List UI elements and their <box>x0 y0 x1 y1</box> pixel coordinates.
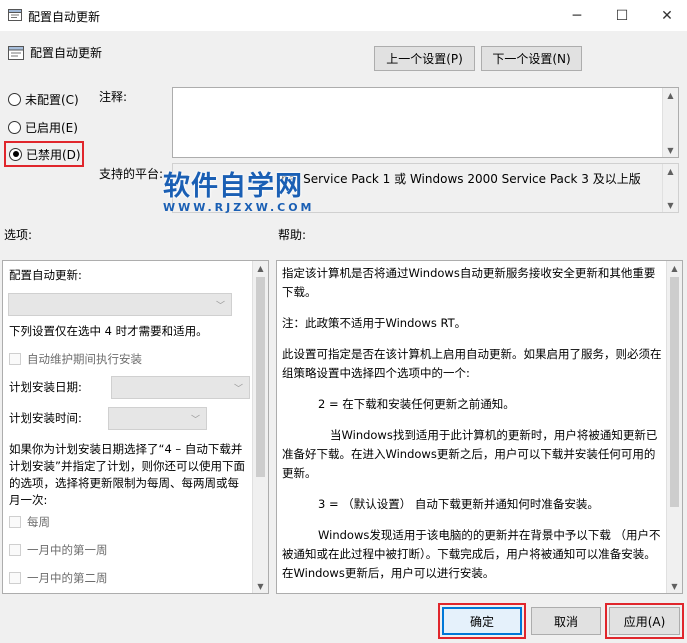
first-week-label: 一月中的第一周 <box>27 543 108 557</box>
help-paragraph: Windows发现适用于该电脑的的更新并在背景中予以下载 （用户不被通知或在此过… <box>282 528 661 580</box>
options-scroll-up-icon[interactable]: ▲ <box>253 261 268 275</box>
help-paragraph: 3 = （默认设置） 自动下载更新并通知何时准备安装。 <box>318 497 599 511</box>
schedule-paragraph: 如果你为计划安装日期选择了“4 – 自动下载并计划安装”并指定了计划，则你还可以… <box>9 442 245 507</box>
schedule-day-dropdown[interactable]: ﹀ <box>111 376 250 399</box>
watermark-main-text: 软件自学网 <box>163 171 303 202</box>
help-panel: 指定该计算机是否将通过Windows自动更新服务接收安全更新和其他重要下载。 注… <box>276 260 683 594</box>
second-week-checkbox[interactable] <box>9 572 21 584</box>
first-week-checkbox[interactable] <box>9 544 21 556</box>
policy-title: 配置自动更新 <box>30 46 103 60</box>
every-week-checkbox[interactable] <box>9 516 21 528</box>
maximize-button[interactable]: ☐ <box>602 0 642 31</box>
apply-button[interactable]: 应用(A) <box>609 607 680 635</box>
platform-scroll-up-icon[interactable]: ▲ <box>663 164 678 178</box>
chevron-down-icon: ﹀ <box>233 384 243 394</box>
options-panel: 配置自动更新: ﹀ 下列设置仅在选中 4 时才需要和适用。 自动维护期间执行安装… <box>2 260 269 594</box>
scroll-down-arrow-icon[interactable]: ▼ <box>663 143 678 157</box>
options-note: 下列设置仅在选中 4 时才需要和适用。 <box>9 324 208 338</box>
ok-button[interactable]: 确定 <box>442 607 522 635</box>
close-button[interactable]: ✕ <box>647 0 687 31</box>
scroll-up-arrow-icon[interactable]: ▲ <box>663 88 678 102</box>
radio-disabled-circle[interactable] <box>9 147 22 161</box>
policy-app-icon <box>8 9 22 21</box>
schedule-time-dropdown[interactable]: ﹀ <box>108 407 207 430</box>
radio-enabled-label: 已启用(E) <box>25 121 78 135</box>
comment-textbox[interactable]: ▲ ▼ <box>172 87 679 158</box>
help-section-label: 帮助: <box>278 228 307 242</box>
auto-maintenance-checkbox-row[interactable]: 自动维护期间执行安装 <box>9 351 142 367</box>
minimize-button[interactable]: ─ <box>557 0 597 31</box>
radio-enabled[interactable]: 已启用(E) <box>8 119 78 136</box>
help-paragraph: 2 = 在下载和安装任何更新之前通知。 <box>318 397 515 411</box>
help-paragraph: 指定该计算机是否将通过Windows自动更新服务接收安全更新和其他重要下载。 <box>282 266 656 299</box>
second-week-checkbox-row[interactable]: 一月中的第二周 <box>9 570 108 586</box>
auto-maintenance-checkbox[interactable] <box>9 353 21 365</box>
platform-scroll-down-icon[interactable]: ▼ <box>663 198 678 212</box>
radio-disabled[interactable]: 已禁用(D) <box>4 141 84 167</box>
second-week-label: 一月中的第二周 <box>27 571 108 585</box>
help-text: 指定该计算机是否将通过Windows自动更新服务接收安全更新和其他重要下载。 注… <box>282 264 662 593</box>
title-bar: 配置自动更新 ─ ☐ ✕ <box>0 0 687 31</box>
comment-scrollbar[interactable]: ▲ ▼ <box>662 88 678 157</box>
every-week-label: 每周 <box>27 515 50 529</box>
next-setting-button[interactable]: 下一个设置(N) <box>481 46 582 71</box>
first-week-checkbox-row[interactable]: 一月中的第一周 <box>9 542 108 558</box>
policy-setting-icon <box>8 46 24 60</box>
configure-updates-dropdown[interactable]: ﹀ <box>8 293 232 316</box>
previous-setting-button[interactable]: 上一个设置(P) <box>374 46 475 71</box>
chevron-down-icon: ﹀ <box>190 415 200 425</box>
help-scroll-down-icon[interactable]: ▼ <box>667 579 682 593</box>
every-week-checkbox-row[interactable]: 每周 <box>9 514 50 530</box>
comment-label: 注释: <box>99 90 128 104</box>
schedule-time-label: 计划安装时间: <box>9 411 82 425</box>
radio-enabled-circle[interactable] <box>8 121 21 134</box>
help-scroll-thumb[interactable] <box>670 277 679 507</box>
window-title: 配置自动更新 <box>28 10 101 24</box>
schedule-day-label: 计划安装日期: <box>9 380 82 394</box>
watermark-sub-text: WWW.RJZXW.COM <box>163 201 315 214</box>
cancel-button[interactable]: 取消 <box>531 607 601 635</box>
watermark-logo: 软件自学网 WWW.RJZXW.COM <box>163 164 315 214</box>
auto-maintenance-label: 自动维护期间执行安装 <box>27 352 142 366</box>
help-paragraph: 当Windows找到适用于此计算机的更新时，用户将被通知更新已准备好下载。在进入… <box>282 428 658 480</box>
platform-text: nal Service Pack 1 或 Windows 2000 Servic… <box>281 172 641 186</box>
radio-disabled-label: 已禁用(D) <box>26 147 81 162</box>
help-scrollbar[interactable]: ▲ ▼ <box>666 261 682 593</box>
radio-not-configured-label: 未配置(C) <box>25 93 79 107</box>
help-scroll-up-icon[interactable]: ▲ <box>667 261 682 275</box>
options-scrollbar[interactable]: ▲ ▼ <box>252 261 268 593</box>
radio-not-configured-circle[interactable] <box>8 93 21 106</box>
platform-scrollbar[interactable]: ▲ ▼ <box>662 164 678 212</box>
help-paragraph: 注：此政策不适用于Windows RT。 <box>282 316 467 330</box>
chevron-down-icon: ﹀ <box>215 301 225 311</box>
options-scroll-thumb[interactable] <box>256 277 265 477</box>
platform-label: 支持的平台: <box>99 167 164 181</box>
options-section-label: 选项: <box>4 228 33 242</box>
help-paragraph: 此设置可指定是否在该计算机上启用自动更新。如果启用了服务，则必须在组策略设置中选… <box>282 347 662 380</box>
configure-updates-label: 配置自动更新: <box>9 268 82 282</box>
radio-not-configured[interactable]: 未配置(C) <box>8 91 79 108</box>
options-scroll-down-icon[interactable]: ▼ <box>253 579 268 593</box>
